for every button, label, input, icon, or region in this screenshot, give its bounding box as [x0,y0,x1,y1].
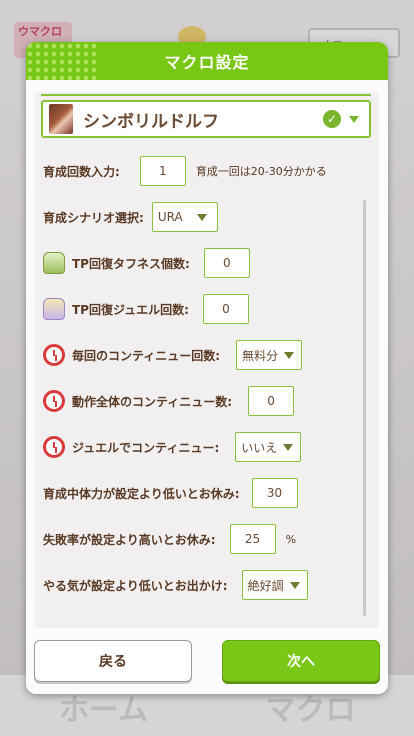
scenario-select[interactable]: URA [151,202,218,232]
continue-total-row: 動作全体のコンティニュー数: 0 [43,386,295,416]
continue-jewel-label: ジュエルでコンティニュー: [72,440,220,455]
clock-icon [43,436,65,458]
mood-outing-value: 絶好調 [247,578,284,593]
scenario-label: 育成シナリオ選択: [43,210,144,225]
continue-each-value: 無料分 [242,348,279,363]
settings-panel: シンボリルドルフ ✓ 育成回数入力: 1 育成一回は20-30分かかる 育成シナ… [35,92,379,628]
scenario-row: 育成シナリオ選択: URA [43,202,218,232]
modal-header: マクロ設定 [26,42,388,80]
hp-rest-row: 育成中体力が設定より低いとお休み: 30 [43,478,298,508]
continue-total-label: 動作全体のコンティニュー数: [72,394,233,409]
clock-icon [43,344,65,366]
continue-jewel-row: ジュエルでコンティニュー: いいえ [43,432,302,462]
tp-tough-label: TP回復タフネス個数: [72,256,190,271]
character-select[interactable]: シンボリルドルフ ✓ [41,94,371,138]
continue-each-select[interactable]: 無料分 [236,340,303,370]
chevron-down-icon [289,581,300,589]
continue-total-input[interactable]: 0 [248,386,295,416]
chevron-down-icon [284,351,295,359]
clock-icon [43,390,65,412]
mood-outing-label: やる気が設定より低いとお出かけ: [43,578,228,593]
continue-jewel-select[interactable]: いいえ [235,432,302,462]
back-button[interactable]: 戻る [34,640,192,682]
tp-tough-input[interactable]: 0 [203,248,250,278]
train-count-row: 育成回数入力: 1 育成一回は20-30分かかる [43,156,327,186]
tp-tough-row: TP回復タフネス個数: 0 [43,248,250,278]
train-count-input[interactable]: 1 [139,156,186,186]
tp-jewel-row: TP回復ジュエル回数: 0 [43,294,249,324]
scrollbar[interactable] [363,200,366,616]
fail-rest-row: 失敗率が設定より高いとお休み: 25 % [43,524,296,554]
continue-each-row: 毎回のコンティニュー回数: 無料分 [43,340,303,370]
train-count-label: 育成回数入力: [43,164,120,179]
check-icon: ✓ [323,110,341,128]
continue-each-label: 毎回のコンティニュー回数: [72,348,221,363]
scenario-value: URA [157,210,183,224]
continue-jewel-value: いいえ [241,440,278,455]
macro-settings-modal: マクロ設定 シンボリルドルフ ✓ 育成回数入力: 1 育成一回は20-30分かか… [26,42,388,694]
jewel-icon [43,298,65,320]
chevron-down-icon [283,443,294,451]
fail-rest-input[interactable]: 25 [229,524,276,554]
next-button[interactable]: 次へ [222,640,380,682]
hp-rest-input[interactable]: 30 [251,478,298,508]
potion-icon [43,252,65,274]
tp-jewel-input[interactable]: 0 [202,294,249,324]
mood-outing-select[interactable]: 絶好調 [241,570,308,600]
chevron-down-icon [196,213,207,221]
hp-rest-label: 育成中体力が設定より低いとお休み: [43,486,240,501]
character-name: シンボリルドルフ [83,111,219,132]
tp-jewel-label: TP回復ジュエル回数: [72,302,189,317]
modal-title: マクロ設定 [164,53,250,72]
chevron-down-icon [349,115,359,123]
mood-outing-row: やる気が設定より低いとお出かけ: 絶好調 [43,570,308,600]
percent-unit: % [285,532,297,546]
character-avatar [49,104,73,134]
fail-rest-label: 失敗率が設定より高いとお休み: [43,532,216,547]
train-count-note: 育成一回は20-30分かかる [195,165,327,178]
